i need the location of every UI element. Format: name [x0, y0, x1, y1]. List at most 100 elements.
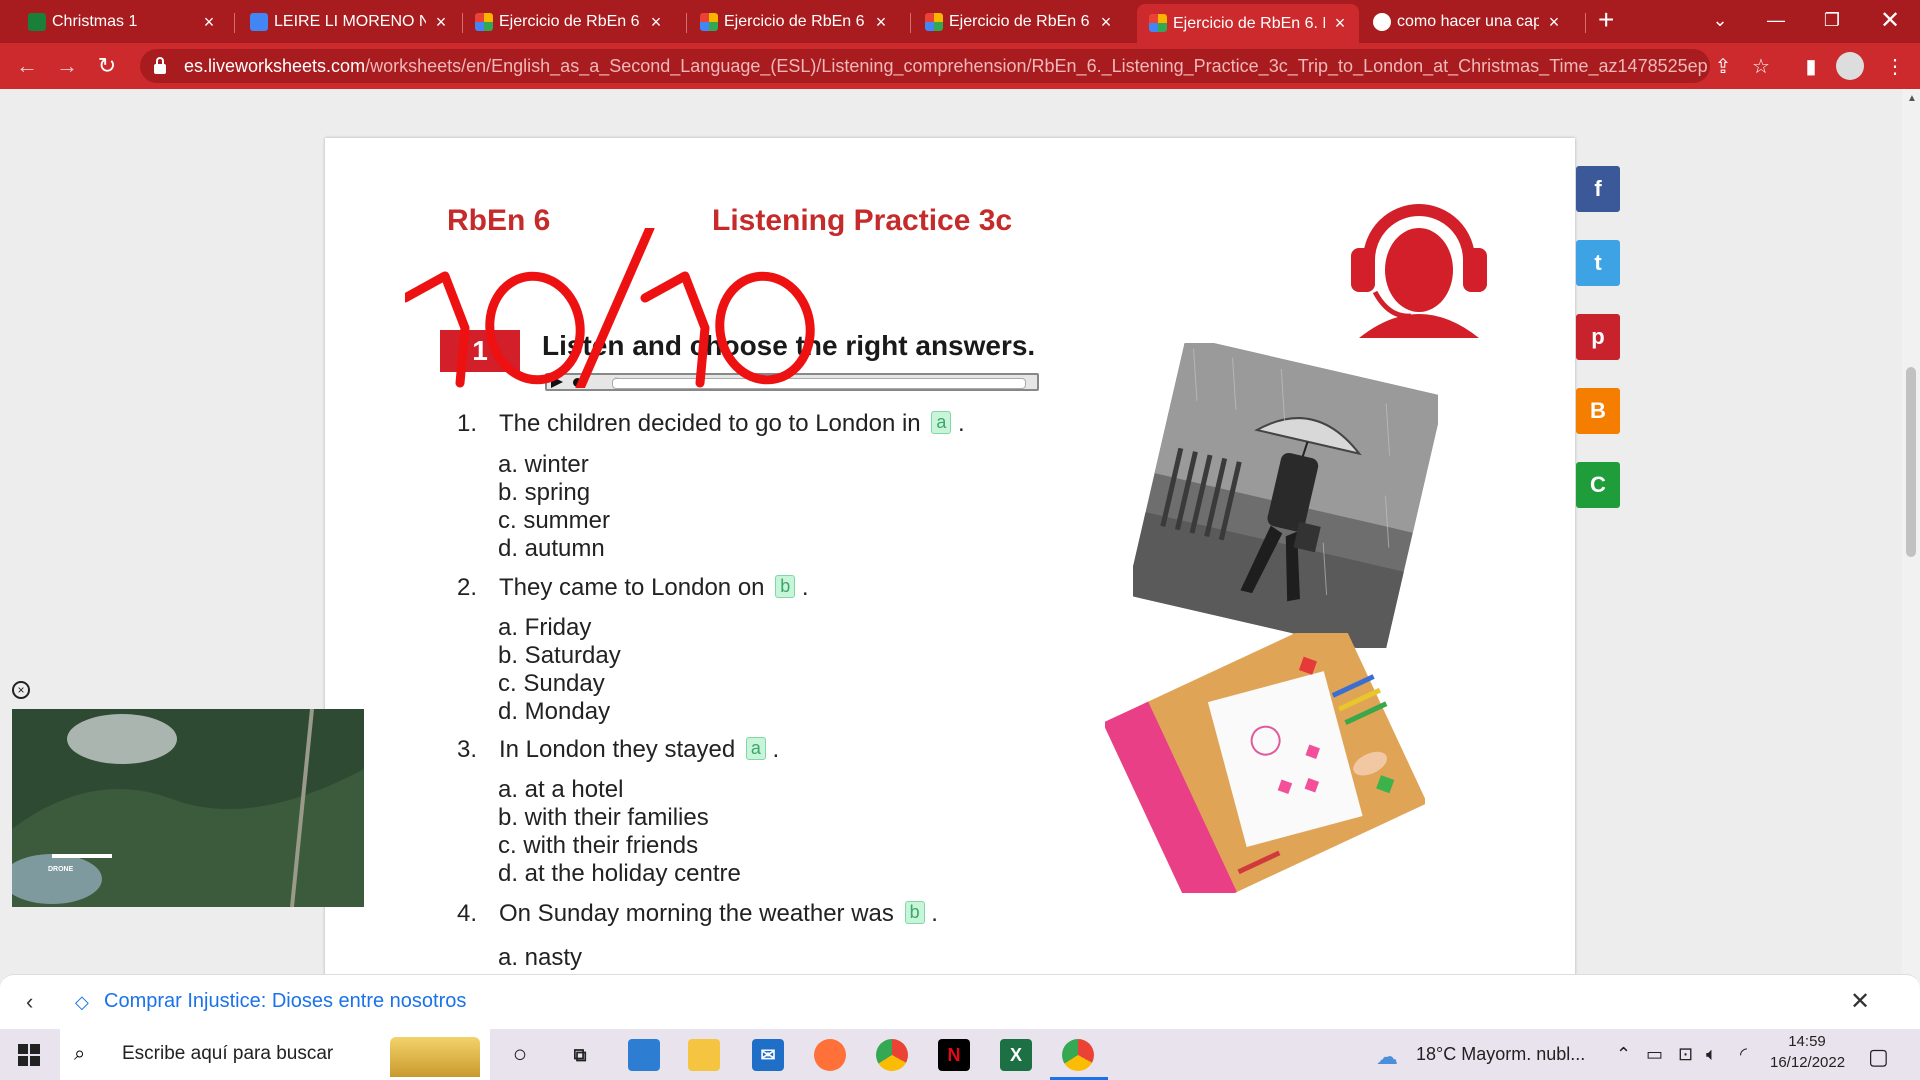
chevron-left-icon[interactable]: ‹ [26, 989, 33, 1015]
rainy-street-photo [1133, 343, 1438, 648]
liveworksheets-icon [1149, 14, 1167, 32]
task-view-icon[interactable]: ⧉ [564, 1039, 596, 1071]
answer-box[interactable]: b [904, 901, 925, 924]
clock-date: 16/12/2022 [1770, 1054, 1846, 1071]
excel-icon[interactable]: X [1000, 1039, 1032, 1071]
twitter-icon[interactable]: t [1576, 240, 1620, 286]
side-panel-icon[interactable]: ▮ [1798, 53, 1824, 79]
close-tab-icon[interactable]: × [1097, 12, 1115, 33]
tab-label: LEIRE LI MORENO NU [274, 13, 426, 30]
forward-icon[interactable]: → [52, 51, 82, 81]
question-1: 1. The children decided to go to London i… [457, 410, 965, 438]
close-tab-icon[interactable]: × [1331, 13, 1349, 34]
tab-separator [1585, 13, 1586, 33]
scroll-thumb[interactable] [1906, 367, 1916, 557]
answer-box[interactable]: a [931, 411, 952, 434]
chrome-active-icon[interactable] [1062, 1039, 1094, 1071]
question-text: On Sunday morning the weather was [499, 900, 894, 927]
tab-label: Ejercicio de RbEn 6. Li [724, 13, 866, 30]
shopping-suggestion-bar: ‹ ◇ Comprar Injustice: Dioses entre noso… [0, 974, 1920, 1030]
close-tab-icon[interactable]: × [200, 12, 218, 33]
blogger-icon[interactable]: B [1576, 388, 1620, 434]
firefox-icon[interactable] [814, 1039, 846, 1071]
price-tag-icon: ◇ [75, 992, 89, 1012]
question-text: In London they stayed [499, 736, 736, 763]
vertical-scrollbar[interactable]: ▲ ▼ [1902, 89, 1920, 1029]
bookmark-star-icon[interactable]: ☆ [1748, 53, 1774, 79]
profile-avatar[interactable] [1836, 52, 1864, 80]
pinterest-icon[interactable]: p [1576, 314, 1620, 360]
tab-separator [910, 13, 911, 33]
menu-kebab-icon[interactable]: ⋮ [1882, 53, 1908, 79]
option: c. with their friends [498, 832, 699, 859]
tab-label: Ejercicio de RbEn 6. Li [949, 13, 1091, 30]
wifi-icon[interactable]: ◜ [1740, 1044, 1747, 1065]
weather-text[interactable]: 18°C Mayorm. nubl... [1416, 1044, 1585, 1065]
share-icon[interactable]: ⇪ [1710, 53, 1736, 79]
tab-separator [234, 13, 235, 33]
close-tab-icon[interactable]: × [647, 12, 665, 33]
close-tab-icon[interactable]: × [432, 12, 450, 33]
tab-worksheet-1[interactable]: Ejercicio de RbEn 6. Li × [475, 5, 675, 39]
close-icon[interactable]: ✕ [1850, 987, 1870, 1016]
minimize-icon[interactable]: — [1748, 0, 1804, 40]
headset-icon [1351, 204, 1487, 338]
tab-separator [686, 13, 687, 33]
question-number: 1. [457, 410, 478, 437]
meet-icon[interactable]: ⊡ [1678, 1044, 1693, 1065]
option: a. winter [498, 451, 589, 478]
shopping-link[interactable]: Comprar Injustice: Dioses entre nosotros [104, 990, 466, 1013]
netflix-icon[interactable]: N [938, 1039, 970, 1071]
question-tail: . [931, 900, 938, 927]
cortana-icon[interactable]: ○ [504, 1039, 536, 1071]
tab-christmas[interactable]: Christmas 1 × [28, 5, 228, 39]
answer-box[interactable]: a [745, 737, 766, 760]
file-explorer-icon[interactable] [688, 1039, 720, 1071]
search-placeholder: Escribe aquí para buscar [122, 1043, 334, 1064]
tray-chevron-icon[interactable]: ⌃ [1616, 1044, 1631, 1065]
score-overlay: 10/10 [405, 228, 815, 388]
clock[interactable]: 14:59 16/12/2022 [1770, 1033, 1846, 1071]
reload-icon[interactable]: ↻ [92, 51, 122, 81]
option: a. at a hotel [498, 776, 624, 803]
close-tab-icon[interactable]: × [1545, 12, 1563, 33]
close-tab-icon[interactable]: × [872, 12, 890, 33]
notifications-icon[interactable]: ▢ [1868, 1044, 1889, 1070]
clock-time: 14:59 [1788, 1033, 1826, 1050]
close-pip-icon[interactable]: × [12, 681, 30, 699]
question-text: The children decided to go to London in [499, 410, 921, 437]
battery-icon[interactable]: ▭ [1646, 1044, 1663, 1065]
desktop-app-icon[interactable] [628, 1039, 660, 1071]
back-icon[interactable]: ← [12, 51, 42, 81]
option: a. nasty [498, 944, 583, 971]
classroom-share-icon[interactable]: C [1576, 462, 1620, 508]
new-tab-button[interactable]: + [1598, 4, 1614, 36]
restore-icon[interactable]: ❐ [1804, 0, 1860, 40]
tab-label: Ejercicio de RbEn 6. Li [499, 13, 641, 30]
tab-worksheet-3[interactable]: Ejercicio de RbEn 6. Li × [925, 5, 1125, 39]
tab-worksheet-active[interactable]: Ejercicio de RbEn 6. Li × [1137, 4, 1359, 43]
page-viewport: RbEn 6 Listening Practice 3c 1 Listen an… [0, 89, 1902, 974]
taskbar-search[interactable]: ⌕ Escribe aquí para buscar [60, 1029, 490, 1080]
chrome-icon[interactable] [876, 1039, 908, 1071]
tab-worksheet-2[interactable]: Ejercicio de RbEn 6. Li × [700, 5, 900, 39]
scroll-up-icon[interactable]: ▲ [1907, 93, 1917, 104]
picture-in-picture-video[interactable]: DRONE [12, 709, 364, 907]
tab-docs[interactable]: LEIRE LI MORENO NU × [250, 5, 460, 39]
question-2: 2. They came to London on b . [457, 574, 809, 602]
url-domain: es.liveworksheets.com [184, 55, 366, 76]
facebook-icon[interactable]: f [1576, 166, 1620, 212]
address-bar[interactable]: es.liveworksheets.com/worksheets/en/Engl… [140, 49, 1710, 83]
score-text: 10/10 [615, 377, 618, 379]
tab-google[interactable]: como hacer una captu × [1373, 5, 1573, 39]
option: c. Sunday [498, 670, 605, 697]
volume-icon[interactable]: 🔈︎ [1706, 1044, 1717, 1065]
answer-box[interactable]: b [775, 575, 796, 598]
liveworksheets-icon [925, 13, 943, 31]
aerial-video-frame: DRONE [12, 709, 364, 907]
question-number: 3. [457, 736, 478, 763]
close-window-icon[interactable]: ✕ [1862, 0, 1918, 40]
mail-icon[interactable]: ✉ [752, 1039, 784, 1071]
windows-start-icon[interactable] [18, 1044, 40, 1066]
tab-search-icon[interactable]: ⌄ [1692, 0, 1748, 40]
